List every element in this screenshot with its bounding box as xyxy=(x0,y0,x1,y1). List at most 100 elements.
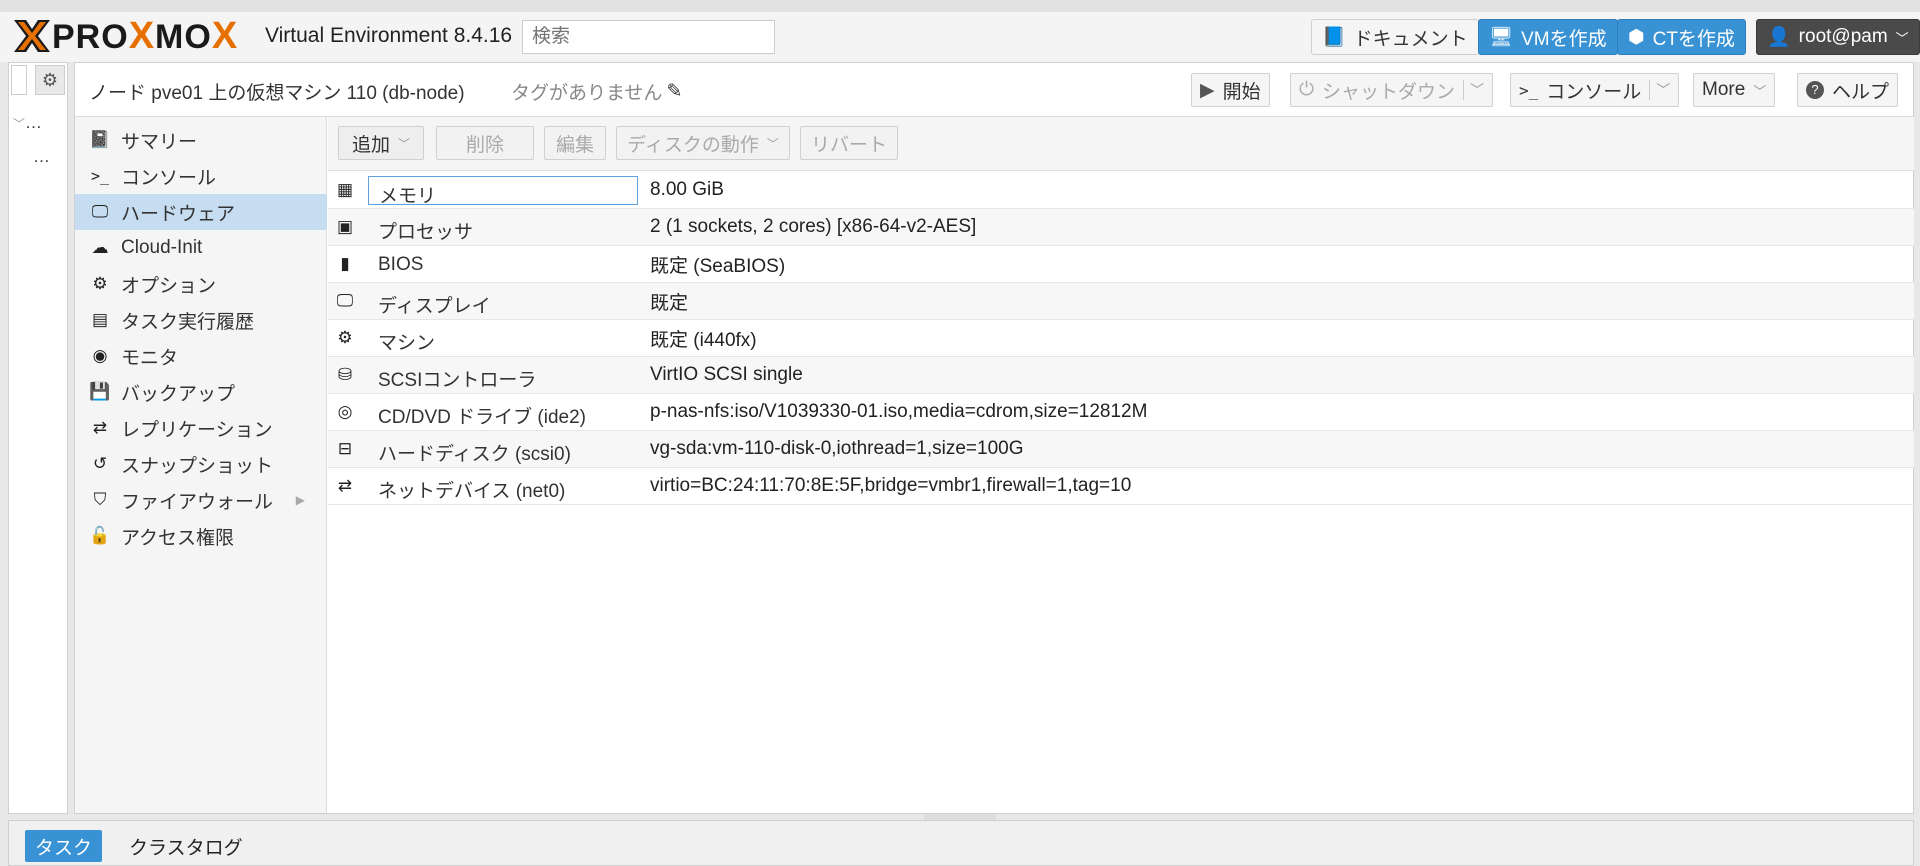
nav-item-options[interactable]: ⚙ オプション xyxy=(75,266,327,302)
tab-cluster-log[interactable]: クラスタログ xyxy=(119,830,253,862)
gear-icon: ⚙ xyxy=(92,274,108,293)
cube-icon: ⬢ xyxy=(1628,26,1645,48)
hardware-value: 既定 (i440fx) xyxy=(650,329,757,351)
nav-item-summary[interactable]: 📓 サマリー xyxy=(75,122,327,158)
start-label: 開始 xyxy=(1222,81,1261,103)
tree-node-datacenter[interactable]: ﹀… xyxy=(13,113,42,133)
desktop-icon: 🖥 xyxy=(1489,27,1514,48)
table-row[interactable]: 🖵 ディスプレイ 既定 xyxy=(328,283,1914,320)
history-icon: ↺ xyxy=(92,454,108,473)
chevron-down-icon: ﹀ xyxy=(1895,30,1909,46)
logo-wordmark: PROXMOX xyxy=(52,14,239,57)
hardware-value: p-nas-nfs:iso/V1039330-01.iso,media=cdro… xyxy=(650,401,1148,422)
table-row[interactable]: ⛁ SCSIコントローラ VirtIO SCSI single xyxy=(328,357,1914,394)
chevron-right-icon: ▶ xyxy=(295,493,305,507)
tag-editor[interactable]: タグがありません ✎ xyxy=(511,78,682,105)
table-row[interactable]: ▦ メモリ 8.00 GiB xyxy=(328,172,1914,209)
terminal-icon: >_ xyxy=(1519,80,1539,100)
hardware-value: 2 (1 sockets, 2 cores) [x86-64-v2-AES] xyxy=(650,216,977,237)
create-vm-label: VMを作成 xyxy=(1521,28,1607,50)
nav-item-replication[interactable]: ⇄ レプリケーション xyxy=(75,410,327,446)
nav-item-monitor[interactable]: ◉ モニタ xyxy=(75,338,327,374)
hardware-grid: ▦ メモリ 8.00 GiB ▣ プロセッサ 2 (1 sockets, 2 c… xyxy=(328,172,1914,505)
hardware-value: 既定 xyxy=(650,292,689,314)
create-vm-button[interactable]: 🖥 VMを作成 xyxy=(1478,19,1618,55)
table-row[interactable]: ⊟ ハードディスク (scsi0) vg-sda:vm-110-disk-0,i… xyxy=(328,431,1914,468)
hardware-name: プロセッサ xyxy=(378,222,474,243)
vm-title-bar: ノード pve01 上の仮想マシン 110 (db-node) タグがありません… xyxy=(75,63,1913,117)
pencil-icon[interactable]: ✎ xyxy=(666,80,682,103)
resource-tree-panel: ⚙ ﹀… … xyxy=(8,62,68,814)
cogs-icon: ⚙ xyxy=(337,328,353,347)
table-row[interactable]: ⚙ マシン 既定 (i440fx) xyxy=(328,320,1914,357)
exchange-icon: ⇄ xyxy=(337,476,353,495)
hardware-name: ディスプレイ xyxy=(378,296,491,317)
power-icon: ⏻ xyxy=(1299,79,1315,100)
remove-button[interactable]: 削除 xyxy=(436,126,534,160)
create-ct-button[interactable]: ⬢ CTを作成 xyxy=(1617,19,1746,55)
question-circle-icon: ? xyxy=(1806,81,1824,99)
view-selector[interactable] xyxy=(11,65,27,95)
hardware-name: ネットデバイス (net0) xyxy=(378,481,566,502)
hardware-name: マシン xyxy=(378,333,436,354)
start-button[interactable]: ▶ 開始 xyxy=(1191,73,1270,107)
nav-item-backup[interactable]: 💾 バックアップ xyxy=(75,374,327,410)
top-header: PROXMOX Virtual Environment 8.4.16 📘 ドキュ… xyxy=(0,0,1920,62)
nav-item-task-history[interactable]: ▤ タスク実行履歴 xyxy=(75,302,327,338)
table-row[interactable]: ▣ プロセッサ 2 (1 sockets, 2 cores) [x86-64-v… xyxy=(328,209,1914,246)
table-row[interactable]: ◎ CD/DVD ドライブ (ide2) p-nas-nfs:iso/V1039… xyxy=(328,394,1914,431)
user-menu-button[interactable]: 👤 root@pam ﹀ xyxy=(1756,19,1920,55)
revert-button[interactable]: リバート xyxy=(800,126,898,160)
revert-label: リバート xyxy=(810,134,887,156)
documentation-button[interactable]: 📘 ドキュメント xyxy=(1311,19,1479,55)
table-row[interactable]: ▮ BIOS 既定 (SeaBIOS) xyxy=(328,246,1914,283)
help-button[interactable]: ? ヘルプ xyxy=(1797,73,1899,107)
log-panel-tabs: タスク クラスタログ xyxy=(8,820,1914,866)
remove-label: 削除 xyxy=(465,134,504,156)
chevron-down-icon[interactable]: ﹀ xyxy=(1649,80,1670,100)
unlock-icon: 🔓 xyxy=(89,526,111,545)
hardware-value: virtio=BC:24:11:70:8E:5F,bridge=vmbr1,fi… xyxy=(650,475,1132,496)
chevron-down-icon[interactable]: ﹀ xyxy=(1463,80,1484,100)
add-button[interactable]: 追加 ﹀ xyxy=(338,126,424,160)
nav-item-snapshots[interactable]: ↺ スナップショット xyxy=(75,446,327,482)
desktop-icon: 🖵 xyxy=(336,291,354,310)
nav-item-console[interactable]: >_ コンソール xyxy=(75,158,327,194)
chevron-down-icon: ﹀ xyxy=(398,136,411,151)
more-button[interactable]: More ﹀ xyxy=(1693,73,1776,107)
list-icon: ▤ xyxy=(91,310,109,329)
hardware-name: BIOS xyxy=(378,254,424,275)
retweet-icon: ⇄ xyxy=(92,418,108,437)
gear-icon[interactable]: ⚙ xyxy=(35,65,65,95)
book-icon: 📓 xyxy=(89,130,111,149)
edit-label: 編集 xyxy=(555,134,594,156)
tree-node-child[interactable]: … xyxy=(33,147,50,167)
eye-icon: ◉ xyxy=(92,346,108,365)
page-title: ノード pve01 上の仮想マシン 110 (db-node) xyxy=(89,83,465,104)
hardware-name: SCSIコントローラ xyxy=(378,370,537,391)
nav-item-permissions[interactable]: 🔓 アクセス権限 xyxy=(75,518,327,554)
table-row[interactable]: ⇄ ネットデバイス (net0) virtio=BC:24:11:70:8E:5… xyxy=(328,468,1914,505)
hdd-icon: ⊟ xyxy=(337,439,353,458)
more-label: More xyxy=(1702,79,1746,100)
database-icon: ⛁ xyxy=(337,365,353,384)
cloud-icon: ☁ xyxy=(91,238,109,257)
proxmox-x-logo-icon xyxy=(14,20,50,52)
disk-action-label: ディスクの動作 xyxy=(627,134,759,156)
shutdown-button[interactable]: ⏻ シャットダウン ﹀ xyxy=(1290,73,1494,107)
nav-item-cloud-init[interactable]: ☁ Cloud-Init xyxy=(75,230,327,266)
documentation-label: ドキュメント xyxy=(1353,28,1468,50)
terminal-icon: >_ xyxy=(90,167,110,185)
nav-item-firewall[interactable]: ⛉ ファイアウォール ▶ xyxy=(75,482,327,518)
main-panel: ノード pve01 上の仮想マシン 110 (db-node) タグがありません… xyxy=(74,62,1914,814)
disk-action-button[interactable]: ディスクの動作 ﹀ xyxy=(616,126,790,160)
add-label: 追加 xyxy=(351,134,390,156)
shutdown-label: シャットダウン xyxy=(1322,81,1456,103)
nav-item-hardware[interactable]: 🖵 ハードウェア xyxy=(75,194,327,230)
hardware-value: vg-sda:vm-110-disk-0,iothread=1,size=100… xyxy=(650,438,1024,459)
console-button[interactable]: >_ コンソール ﹀ xyxy=(1510,73,1680,107)
tab-tasks[interactable]: タスク xyxy=(25,830,103,862)
search-input[interactable] xyxy=(522,20,775,54)
edit-button[interactable]: 編集 xyxy=(544,126,606,160)
proxmox-logo[interactable]: PROXMOX xyxy=(12,14,239,57)
